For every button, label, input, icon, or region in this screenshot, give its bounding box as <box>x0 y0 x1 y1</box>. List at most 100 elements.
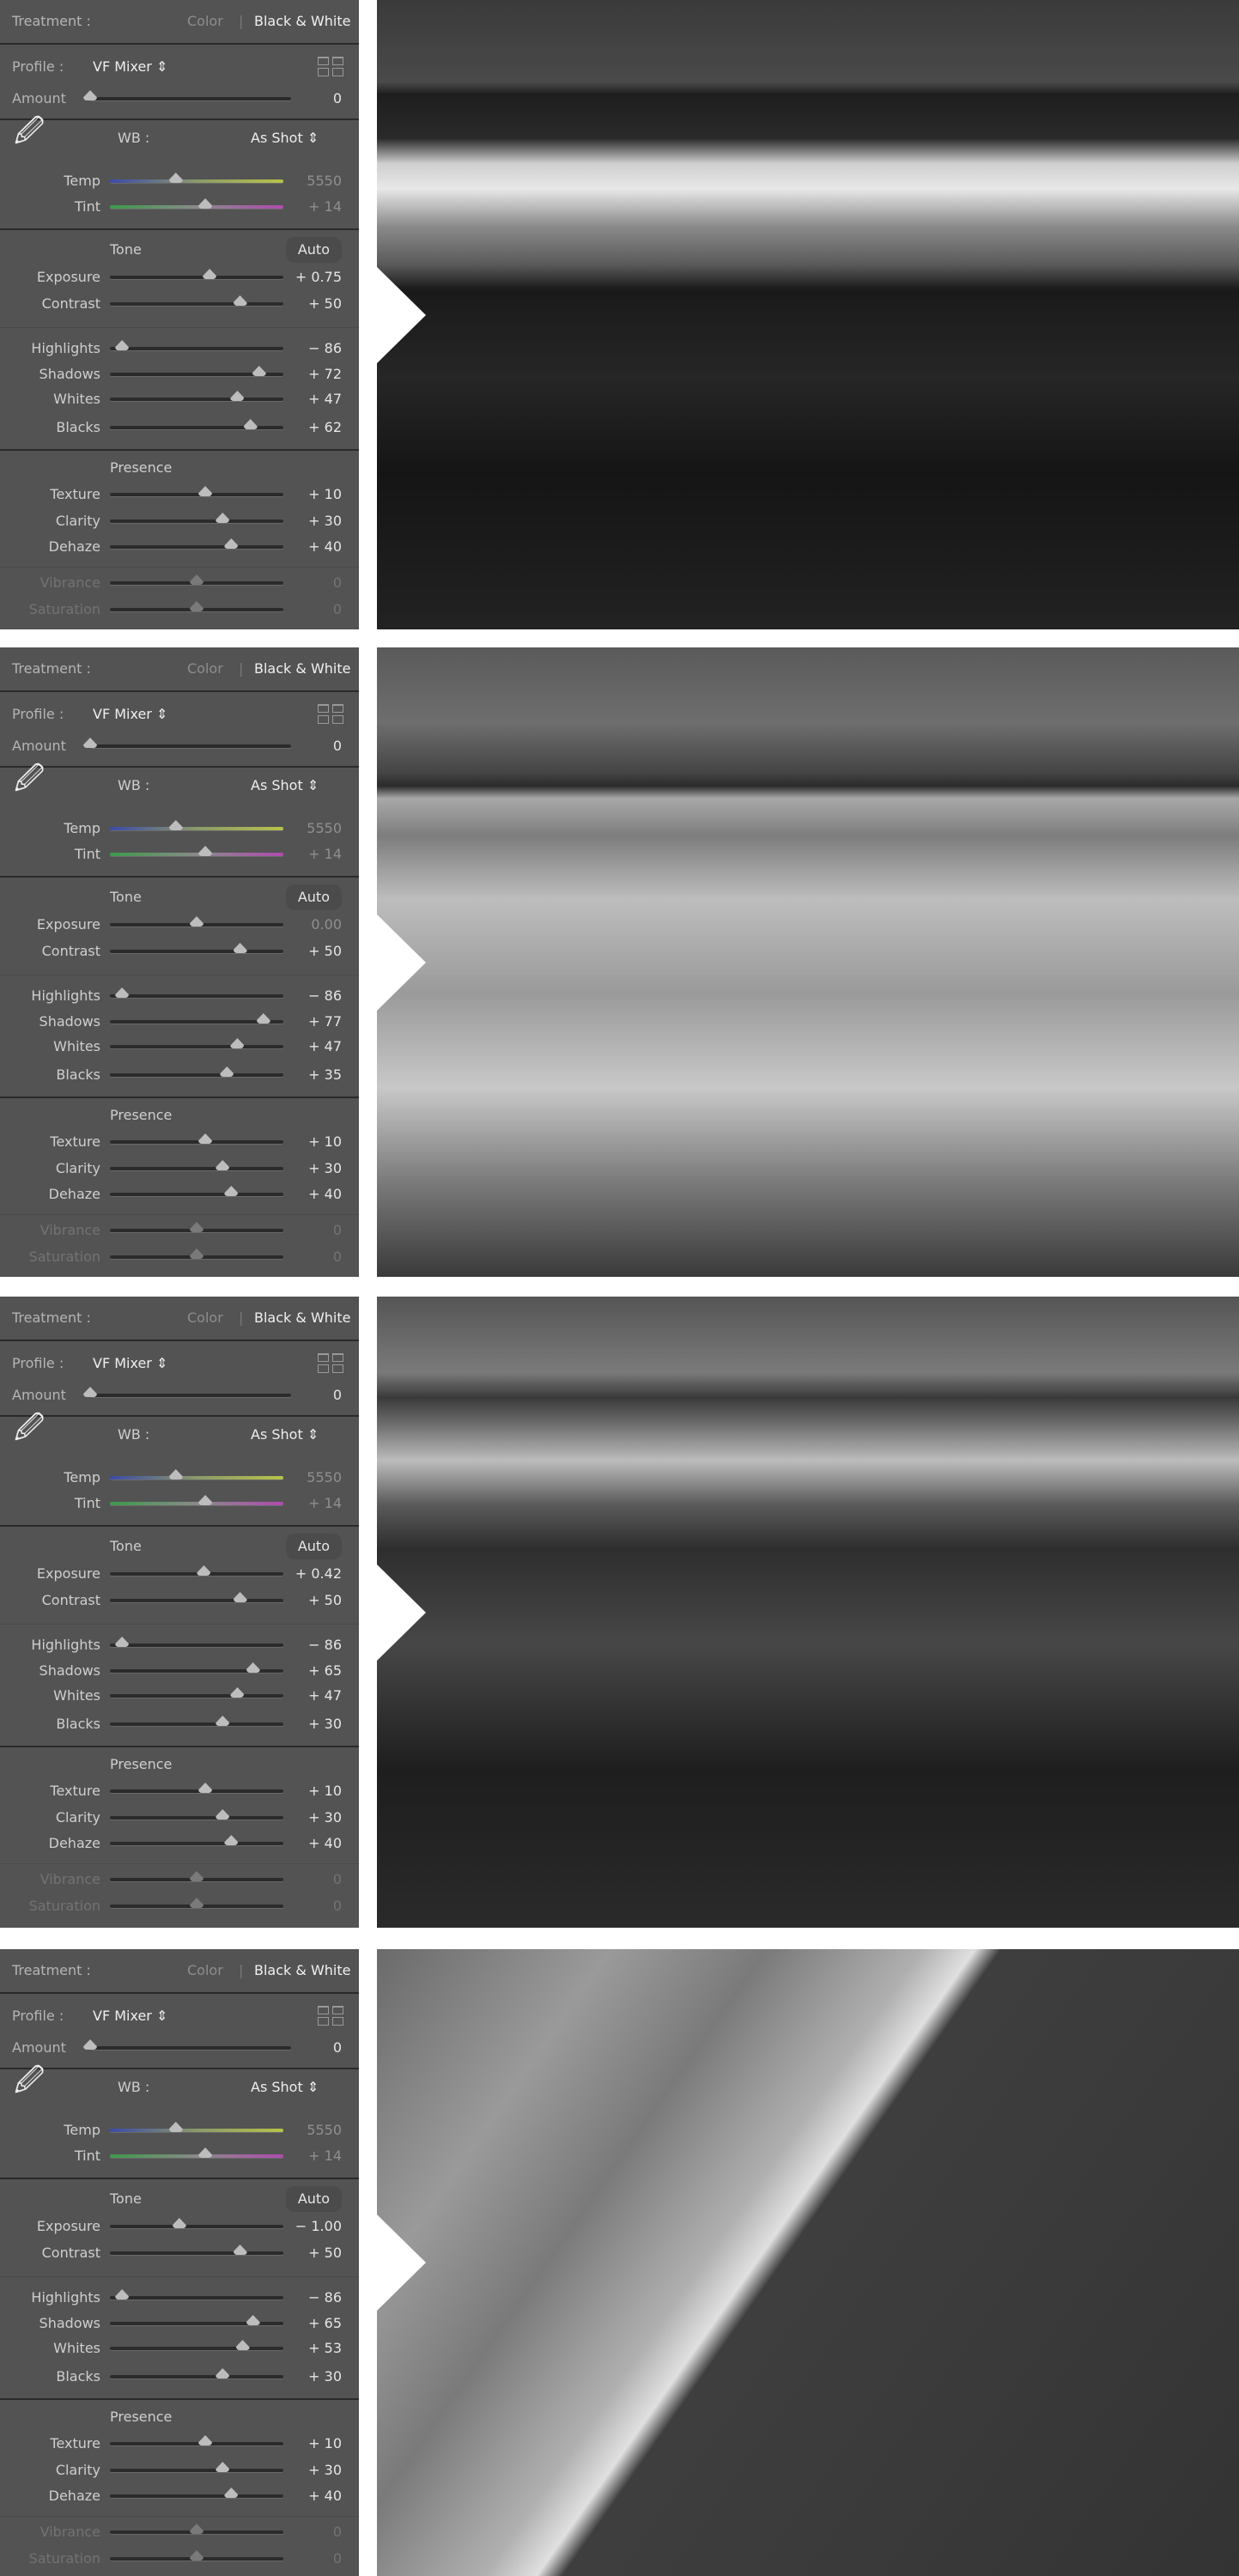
shadows-slider[interactable] <box>110 373 283 376</box>
whites-slider[interactable] <box>110 1045 283 1048</box>
temp-slider[interactable] <box>110 1476 283 1479</box>
clarity-slider[interactable] <box>110 2469 283 2472</box>
profile-select[interactable]: VF Mixer ⇕ <box>93 1351 167 1376</box>
shadows-value[interactable]: + 65 <box>308 2311 342 2336</box>
texture-value[interactable]: + 10 <box>308 482 342 507</box>
profile-select[interactable]: VF Mixer ⇕ <box>93 54 167 80</box>
amount-value[interactable]: 0 <box>333 86 342 112</box>
treatment-color-option[interactable]: Color <box>187 1949 223 1992</box>
highlights-value[interactable]: − 86 <box>308 336 342 361</box>
vibrance-slider[interactable] <box>110 1229 283 1232</box>
temp-slider[interactable] <box>110 2129 283 2132</box>
dehaze-value[interactable]: + 40 <box>308 1182 342 1207</box>
blacks-slider[interactable] <box>110 1722 283 1726</box>
shadows-slider[interactable] <box>110 1669 283 1673</box>
temp-value[interactable]: 5550 <box>307 1465 342 1491</box>
temp-value[interactable]: 5550 <box>307 2117 342 2143</box>
treatment-color-option[interactable]: Color <box>187 1297 223 1340</box>
exposure-slider[interactable] <box>110 276 283 279</box>
grid-icon[interactable] <box>318 704 343 725</box>
tint-value[interactable]: + 14 <box>308 841 342 867</box>
contrast-slider[interactable] <box>110 1599 283 1602</box>
texture-value[interactable]: + 10 <box>308 2431 342 2457</box>
saturation-value[interactable]: 0 <box>333 1244 342 1270</box>
texture-slider[interactable] <box>110 1789 283 1793</box>
highlights-slider[interactable] <box>110 2296 283 2300</box>
blacks-value[interactable]: + 35 <box>308 1062 342 1088</box>
contrast-value[interactable]: + 50 <box>308 2240 342 2266</box>
wb-select[interactable]: As Shot ⇕ <box>251 125 319 151</box>
wb-select[interactable]: As Shot ⇕ <box>251 773 319 799</box>
temp-value[interactable]: 5550 <box>307 816 342 841</box>
vibrance-slider[interactable] <box>110 1878 283 1881</box>
tint-slider[interactable] <box>110 205 283 209</box>
tint-slider[interactable] <box>110 853 283 856</box>
whites-value[interactable]: + 53 <box>308 2336 342 2361</box>
dehaze-slider[interactable] <box>110 1842 283 1845</box>
blacks-slider[interactable] <box>110 1073 283 1077</box>
treatment-bw-option[interactable]: Black & White <box>254 1949 350 1992</box>
amount-slider[interactable] <box>90 744 291 748</box>
clarity-value[interactable]: + 30 <box>308 2458 342 2483</box>
whites-slider[interactable] <box>110 398 283 401</box>
highlights-slider[interactable] <box>110 1643 283 1647</box>
amount-value[interactable]: 0 <box>333 2035 342 2061</box>
exposure-slider[interactable] <box>110 923 283 927</box>
exposure-value[interactable]: 0.00 <box>311 912 342 938</box>
auto-button[interactable]: Auto <box>285 1534 342 1559</box>
treatment-bw-option[interactable]: Black & White <box>254 0 350 43</box>
whites-value[interactable]: + 47 <box>308 386 342 412</box>
exposure-slider[interactable] <box>110 1572 283 1576</box>
vibrance-value[interactable]: 0 <box>333 1218 342 1243</box>
saturation-slider[interactable] <box>110 1255 283 1259</box>
highlights-slider[interactable] <box>110 994 283 998</box>
amount-value[interactable]: 0 <box>333 733 342 759</box>
amount-slider[interactable] <box>90 2046 291 2050</box>
profile-select[interactable]: VF Mixer ⇕ <box>93 702 167 727</box>
grid-icon[interactable] <box>318 2006 343 2026</box>
tint-value[interactable]: + 14 <box>308 194 342 220</box>
whites-value[interactable]: + 47 <box>308 1034 342 1060</box>
vibrance-value[interactable]: 0 <box>333 2519 342 2545</box>
eyedropper-icon[interactable]: 🖉 <box>14 2066 45 2095</box>
texture-slider[interactable] <box>110 1140 283 1144</box>
dehaze-value[interactable]: + 40 <box>308 1831 342 1856</box>
temp-value[interactable]: 5550 <box>307 168 342 194</box>
vibrance-value[interactable]: 0 <box>333 570 342 596</box>
temp-slider[interactable] <box>110 179 283 183</box>
saturation-slider[interactable] <box>110 608 283 611</box>
wb-select[interactable]: As Shot ⇕ <box>251 1422 319 1448</box>
texture-value[interactable]: + 10 <box>308 1129 342 1155</box>
eyedropper-icon[interactable]: 🖉 <box>14 117 45 146</box>
dehaze-slider[interactable] <box>110 2494 283 2498</box>
vibrance-slider[interactable] <box>110 581 283 585</box>
blacks-slider[interactable] <box>110 2375 283 2379</box>
saturation-value[interactable]: 0 <box>333 597 342 623</box>
contrast-value[interactable]: + 50 <box>308 939 342 964</box>
treatment-bw-option[interactable]: Black & White <box>254 1297 350 1340</box>
saturation-value[interactable]: 0 <box>333 2546 342 2572</box>
contrast-value[interactable]: + 50 <box>308 291 342 317</box>
saturation-value[interactable]: 0 <box>333 1893 342 1919</box>
exposure-value[interactable]: + 0.42 <box>295 1561 342 1587</box>
shadows-slider[interactable] <box>110 1020 283 1024</box>
whites-slider[interactable] <box>110 2347 283 2350</box>
clarity-value[interactable]: + 30 <box>308 1156 342 1182</box>
dehaze-slider[interactable] <box>110 545 283 549</box>
tint-value[interactable]: + 14 <box>308 2143 342 2169</box>
clarity-value[interactable]: + 30 <box>308 508 342 534</box>
clarity-slider[interactable] <box>110 1816 283 1820</box>
eyedropper-icon[interactable]: 🖉 <box>14 764 45 793</box>
whites-slider[interactable] <box>110 1694 283 1698</box>
highlights-value[interactable]: − 86 <box>308 2285 342 2311</box>
whites-value[interactable]: + 47 <box>308 1683 342 1709</box>
amount-slider[interactable] <box>90 1394 291 1397</box>
dehaze-slider[interactable] <box>110 1193 283 1196</box>
treatment-color-option[interactable]: Color <box>187 0 223 43</box>
dehaze-value[interactable]: + 40 <box>308 2483 342 2509</box>
temp-slider[interactable] <box>110 827 283 830</box>
exposure-value[interactable]: + 0.75 <box>295 264 342 290</box>
grid-icon[interactable] <box>318 1353 343 1374</box>
texture-value[interactable]: + 10 <box>308 1778 342 1804</box>
blacks-slider[interactable] <box>110 426 283 429</box>
